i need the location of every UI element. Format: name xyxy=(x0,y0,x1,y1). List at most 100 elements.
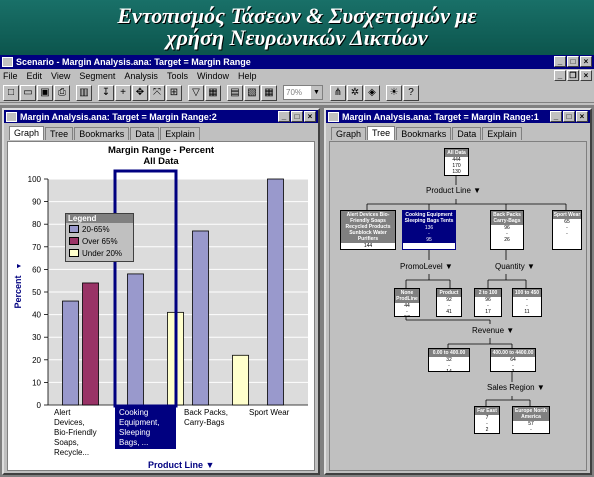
node-value: 130 xyxy=(452,169,461,175)
tree-window-tabs: Graph Tree Bookmarks Data Explain xyxy=(326,123,590,140)
mdi-close-button[interactable]: × xyxy=(580,70,592,81)
x-tick-label: Devices, xyxy=(54,418,85,427)
menu-window[interactable]: Window xyxy=(197,71,229,81)
x-axis-dimension[interactable]: Product Line ▼ xyxy=(148,460,214,470)
split-quantity[interactable]: Quantity ▼ xyxy=(495,262,535,271)
tree-node[interactable]: Alert Devices Bio-Friendly Soaps Recycle… xyxy=(340,210,396,250)
legend-label: Over 65% xyxy=(82,236,118,246)
expand-icon[interactable]: + xyxy=(115,84,131,101)
node-label: All Data xyxy=(445,149,468,157)
y-tick-label: 80 xyxy=(32,220,41,229)
tree-node[interactable]: None ProdLine 44 - 57 xyxy=(394,288,420,317)
x-tick-label: Bags, ... xyxy=(119,438,148,447)
tab-graph[interactable]: Graph xyxy=(331,127,367,140)
tree-node[interactable]: 400.00 to 4400.00 64 - 3 xyxy=(490,348,536,372)
menu-tools[interactable]: Tools xyxy=(167,71,188,81)
menu-view[interactable]: View xyxy=(51,71,70,81)
split-promolevel[interactable]: PromoLevel ▼ xyxy=(400,262,453,271)
minimize-button[interactable]: _ xyxy=(554,56,566,67)
bookmark-icon[interactable]: ▦ xyxy=(205,84,221,101)
tab-tree[interactable]: Tree xyxy=(367,126,396,140)
graph-window-title: Margin Analysis.ana: Target = Margin Ran… xyxy=(20,111,217,122)
open-folder-icon[interactable]: ▭ xyxy=(20,84,36,101)
legend-label: 20-65% xyxy=(82,224,110,234)
zoom-select[interactable]: 70% ▼ xyxy=(283,85,323,100)
graph-window: Margin Analysis.ana: Target = Margin Ran… xyxy=(2,108,320,475)
x-tick-label: Back Packs, xyxy=(184,408,228,417)
maximize-button[interactable]: □ xyxy=(291,111,303,122)
split-product-line[interactable]: Product Line ▼ xyxy=(426,186,481,195)
x-tick-label: Equipment, xyxy=(119,418,159,427)
legend-label: Under 20% xyxy=(82,248,123,258)
y-tick-label: 60 xyxy=(32,265,41,274)
tab-bookmarks[interactable]: Bookmarks xyxy=(74,127,130,140)
node-value: 3 xyxy=(511,369,515,372)
tab-explain[interactable]: Explain xyxy=(160,127,200,140)
tree-node[interactable]: Back Packs Carry-Bags 96 - 26 xyxy=(490,210,524,250)
chevron-down-icon: ▼ xyxy=(473,186,482,195)
tab-data[interactable]: Data xyxy=(452,127,482,140)
menu-edit[interactable]: Edit xyxy=(27,71,43,81)
print-icon[interactable]: ⎙ xyxy=(54,84,70,101)
document-icon xyxy=(328,111,339,122)
chart-legend[interactable]: Legend 20-65% Over 65% Under 20% xyxy=(65,213,134,262)
menu-segment[interactable]: Segment xyxy=(79,71,115,81)
context-help-icon[interactable]: ? xyxy=(403,84,419,101)
tab-data[interactable]: Data xyxy=(130,127,160,140)
close-button[interactable]: × xyxy=(304,111,316,122)
tree-node[interactable]: Sport Wear 65 - - xyxy=(552,210,582,250)
split-icon[interactable]: ⤧ xyxy=(149,84,165,101)
split-label: PromoLevel xyxy=(400,262,443,271)
move-icon[interactable]: ✥ xyxy=(132,84,148,101)
report-icon[interactable]: ▧ xyxy=(244,84,260,101)
menu-file[interactable]: File xyxy=(3,71,18,81)
x-axis-label: Product Line xyxy=(148,460,204,470)
maximize-button[interactable]: □ xyxy=(563,111,575,122)
tree-node[interactable]: Product 92 - 41 xyxy=(436,288,462,317)
save-icon[interactable]: ▣ xyxy=(37,84,53,101)
tab-tree[interactable]: Tree xyxy=(45,127,74,140)
y-tick-label: 40 xyxy=(32,311,41,320)
grid-icon[interactable]: ▦ xyxy=(261,84,277,101)
tree-node[interactable]: Far East 7 - 2 xyxy=(474,406,500,434)
light-bulb-icon[interactable]: ☀ xyxy=(386,84,402,101)
drill-down-icon[interactable]: ↧ xyxy=(98,84,114,101)
tree-node[interactable]: 2 to 100 96 - 17 xyxy=(474,288,502,317)
chevron-down-icon: ▼ xyxy=(536,383,545,392)
y-tick-label: 10 xyxy=(32,378,41,387)
bar xyxy=(82,282,99,406)
app-icon xyxy=(2,57,13,67)
close-button[interactable]: × xyxy=(580,56,592,67)
new-file-icon[interactable]: □ xyxy=(3,84,19,101)
tree-node-root[interactable]: All Data 444 170 130 xyxy=(444,148,469,176)
split-sales-region[interactable]: Sales Region ▼ xyxy=(487,383,545,392)
minimize-button[interactable]: _ xyxy=(278,111,290,122)
mdi-minimize-button[interactable]: _ xyxy=(554,70,566,81)
minimize-button[interactable]: _ xyxy=(550,111,562,122)
tree-node[interactable]: 0.00 to 400.00 32 - 14 xyxy=(428,348,470,372)
maximize-button[interactable]: □ xyxy=(567,56,579,67)
chevron-down-icon: ▼ xyxy=(205,460,215,470)
menu-analysis[interactable]: Analysis xyxy=(124,71,158,81)
network-icon[interactable]: ✲ xyxy=(347,84,363,101)
filter-icon[interactable]: ▽ xyxy=(188,84,204,101)
tab-explain[interactable]: Explain xyxy=(482,127,522,140)
tab-bookmarks[interactable]: Bookmarks xyxy=(396,127,452,140)
close-button[interactable]: × xyxy=(576,111,588,122)
tab-graph[interactable]: Graph xyxy=(9,126,45,140)
tree-layout-icon[interactable]: ⋔ xyxy=(330,84,346,101)
mdi-restore-button[interactable]: ❐ xyxy=(567,70,579,81)
split-revenue[interactable]: Revenue ▼ xyxy=(472,326,514,335)
tree-node[interactable]: Europe North America 57 - 1 xyxy=(512,406,550,434)
table-icon[interactable]: ▤ xyxy=(227,84,243,101)
combine-icon[interactable]: ⊞ xyxy=(166,84,182,101)
chevron-down-icon: ▼ xyxy=(506,326,515,335)
bar xyxy=(192,230,209,406)
zoom-value: 70% xyxy=(286,88,303,97)
x-tick-label: Soaps, xyxy=(54,438,79,447)
menu-help[interactable]: Help xyxy=(238,71,257,81)
tree-node-selected[interactable]: Cooking Equipment Sleeping Bags Tents 13… xyxy=(402,210,456,250)
explain-icon[interactable]: ◈ xyxy=(364,84,380,101)
tree-node[interactable]: 100 to 450 - - 11 xyxy=(512,288,542,317)
chart-view-icon[interactable]: ▥ xyxy=(76,84,92,101)
